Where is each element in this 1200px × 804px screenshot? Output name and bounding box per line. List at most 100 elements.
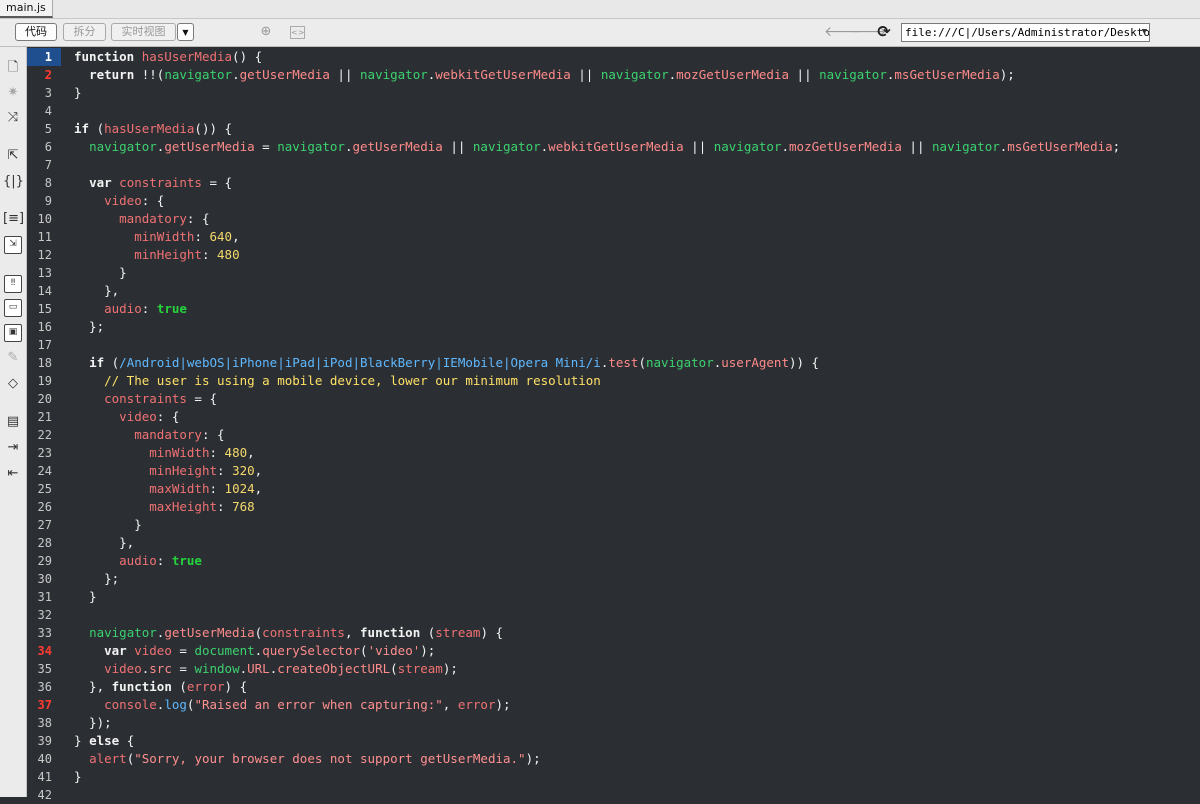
code-editor[interactable]: function hasUserMedia() { return !!(navi… xyxy=(74,47,1200,797)
code-line[interactable]: mandatory: { xyxy=(74,210,209,228)
line-number[interactable]: 21 xyxy=(27,408,52,426)
wrap-tag-icon[interactable]: ✎ xyxy=(3,349,23,367)
refresh-icon[interactable]: ⟳ xyxy=(876,24,892,40)
code-line[interactable]: minHeight: 320, xyxy=(74,462,262,480)
live-view-button[interactable]: 实时视图 xyxy=(111,23,176,41)
line-number[interactable]: 41 xyxy=(27,768,52,786)
code-line[interactable]: video: { xyxy=(74,408,179,426)
line-number[interactable]: 22 xyxy=(27,426,52,444)
code-line[interactable]: }, function (error) { xyxy=(74,678,247,696)
line-number[interactable]: 14 xyxy=(27,282,52,300)
open-documents-icon[interactable]: 🗋 xyxy=(3,59,23,77)
code-line[interactable]: minWidth: 480, xyxy=(74,444,254,462)
line-number[interactable]: 24 xyxy=(27,462,52,480)
line-number[interactable]: 34 xyxy=(27,642,52,660)
apply-comment-icon[interactable]: ▭ xyxy=(4,299,22,317)
line-number[interactable]: 12 xyxy=(27,246,52,264)
code-line[interactable]: var constraints = { xyxy=(74,174,232,192)
code-line[interactable]: }; xyxy=(74,570,119,588)
code-line[interactable]: return !!(navigator.getUserMedia || navi… xyxy=(74,66,1015,84)
line-number[interactable]: 6 xyxy=(27,138,52,156)
code-line[interactable]: console.log("Raised an error when captur… xyxy=(74,696,510,714)
line-number[interactable]: 27 xyxy=(27,516,52,534)
code-line[interactable]: // The user is using a mobile device, lo… xyxy=(74,372,601,390)
collapse-selection-icon[interactable]: ⤨ xyxy=(3,109,23,127)
line-number[interactable]: 8 xyxy=(27,174,52,192)
line-number[interactable]: 26 xyxy=(27,498,52,516)
line-number[interactable]: 15 xyxy=(27,300,52,318)
tab-main-js[interactable]: main.js xyxy=(0,0,53,18)
code-line[interactable]: minHeight: 480 xyxy=(74,246,239,264)
back-arrow-icon[interactable]: 🡐 xyxy=(824,24,862,40)
address-field[interactable]: file:///C|/Users/Administrator/Desktop ▼ xyxy=(901,23,1150,42)
code-line[interactable]: minWidth: 640, xyxy=(74,228,239,246)
indent-code-icon[interactable]: ⇥ xyxy=(3,439,23,457)
code-line[interactable]: } xyxy=(74,84,82,102)
code-line[interactable]: function hasUserMedia() { xyxy=(74,48,262,66)
line-number[interactable]: 30 xyxy=(27,570,52,588)
line-number[interactable]: 11 xyxy=(27,228,52,246)
collapse-full-tag-icon[interactable]: ✷ xyxy=(3,84,23,102)
code-line[interactable]: if (/Android|webOS|iPhone|iPad|iPod|Blac… xyxy=(74,354,819,372)
forward-arrow-icon[interactable]: 🡒 xyxy=(849,24,887,40)
code-line[interactable]: navigator.getUserMedia(constraints, func… xyxy=(74,624,503,642)
line-number[interactable]: 36 xyxy=(27,678,52,696)
line-number[interactable]: 23 xyxy=(27,444,52,462)
line-number[interactable]: 2 xyxy=(27,66,52,84)
code-line[interactable]: }, xyxy=(74,534,134,552)
code-line[interactable]: constraints = { xyxy=(74,390,217,408)
line-number[interactable]: 16 xyxy=(27,318,52,336)
code-line[interactable]: maxWidth: 1024, xyxy=(74,480,262,498)
inspect-icon[interactable]: ⊕ xyxy=(258,24,274,40)
code-line[interactable]: video: { xyxy=(74,192,164,210)
line-number[interactable]: 35 xyxy=(27,660,52,678)
split-view-button[interactable]: 拆分 xyxy=(63,23,106,41)
line-number[interactable]: 37 xyxy=(27,696,52,714)
line-number[interactable]: 42 xyxy=(27,786,52,804)
code-line[interactable]: }); xyxy=(74,714,112,732)
line-number[interactable]: 40 xyxy=(27,750,52,768)
expand-all-icon[interactable]: ⇱ xyxy=(3,147,23,165)
recent-snippets-icon[interactable]: ◇ xyxy=(3,375,23,393)
code-line[interactable]: }; xyxy=(74,318,104,336)
line-number[interactable]: 5 xyxy=(27,120,52,138)
line-number[interactable]: 13 xyxy=(27,264,52,282)
code-line[interactable]: alert("Sorry, your browser does not supp… xyxy=(74,750,541,768)
code-view-button[interactable]: 代码 xyxy=(15,23,57,41)
code-line[interactable]: } else { xyxy=(74,732,134,750)
line-number[interactable]: 10 xyxy=(27,210,52,228)
code-line[interactable]: var video = document.querySelector('vide… xyxy=(74,642,435,660)
balance-braces-icon[interactable]: [≡] xyxy=(3,210,24,228)
code-line[interactable]: } xyxy=(74,768,82,786)
code-line[interactable]: } xyxy=(74,516,142,534)
move-css-icon[interactable]: ▤ xyxy=(3,413,23,431)
line-number[interactable]: 32 xyxy=(27,606,52,624)
line-number[interactable]: 9 xyxy=(27,192,52,210)
line-number[interactable]: 29 xyxy=(27,552,52,570)
code-line[interactable]: maxHeight: 768 xyxy=(74,498,254,516)
line-number[interactable]: 31 xyxy=(27,588,52,606)
line-numbers-icon[interactable]: ⇲ xyxy=(4,236,22,254)
line-number[interactable]: 7 xyxy=(27,156,52,174)
line-number[interactable]: 33 xyxy=(27,624,52,642)
line-number[interactable]: 28 xyxy=(27,534,52,552)
outdent-code-icon[interactable]: ⇤ xyxy=(3,465,23,483)
code-line[interactable]: if (hasUserMedia()) { xyxy=(74,120,232,138)
code-line[interactable]: } xyxy=(74,588,97,606)
live-view-dropdown-button[interactable]: ▼ xyxy=(177,23,194,41)
code-line[interactable]: navigator.getUserMedia = navigator.getUs… xyxy=(74,138,1120,156)
address-dropdown-icon[interactable]: ▼ xyxy=(1142,24,1147,41)
code-line[interactable]: audio: true xyxy=(74,300,187,318)
select-parent-tag-icon[interactable]: {|} xyxy=(3,173,24,191)
line-number[interactable]: 18 xyxy=(27,354,52,372)
code-line[interactable]: video.src = window.URL.createObjectURL(s… xyxy=(74,660,458,678)
line-number[interactable]: 17 xyxy=(27,336,52,354)
line-number[interactable]: 3 xyxy=(27,84,52,102)
line-number[interactable]: 25 xyxy=(27,480,52,498)
code-line[interactable]: } xyxy=(74,264,127,282)
line-number[interactable]: 19 xyxy=(27,372,52,390)
line-number[interactable]: 38 xyxy=(27,714,52,732)
code-line[interactable]: mandatory: { xyxy=(74,426,224,444)
remove-comment-icon[interactable]: ▣ xyxy=(4,324,22,342)
line-number[interactable]: 20 xyxy=(27,390,52,408)
